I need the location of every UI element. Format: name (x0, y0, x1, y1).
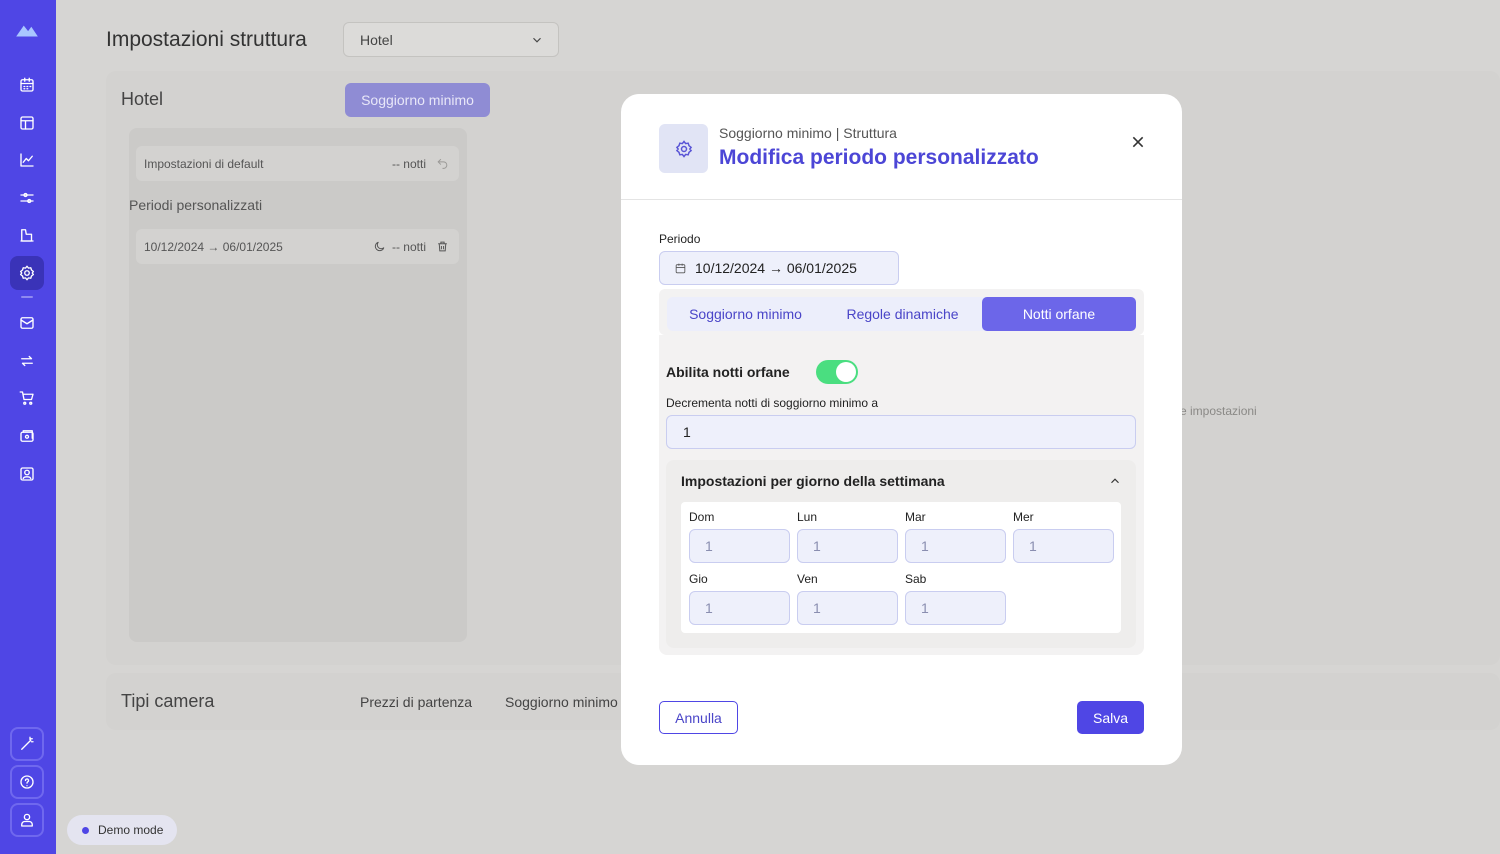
day-input-gio[interactable]: 1 (689, 591, 790, 625)
close-button[interactable] (1127, 131, 1149, 153)
logo-icon[interactable] (10, 13, 44, 47)
day-input-sab[interactable]: 1 (905, 591, 1006, 625)
day-label-lun: Lun (797, 510, 818, 524)
day-input-lun[interactable]: 1 (797, 529, 898, 563)
layout-icon[interactable] (10, 106, 44, 140)
default-settings-label: Impostazioni di default (144, 156, 264, 171)
chevron-down-icon (533, 37, 541, 43)
structure-select[interactable]: Hotel (343, 22, 559, 57)
building-icon[interactable] (10, 218, 44, 252)
modal-title: Modifica periodo personalizzato (719, 146, 1039, 169)
decrement-input[interactable]: 1 (666, 415, 1136, 449)
structure-select-value: Hotel (360, 31, 393, 48)
period-range: 10/12/2024 → 06/01/2025 (144, 239, 283, 254)
period-date-field[interactable]: 10/12/2024 → 06/01/2025 (659, 251, 899, 285)
calendar-icon (675, 263, 686, 273)
sliders-icon[interactable] (10, 181, 44, 215)
page-title: Impostazioni struttura (106, 28, 307, 51)
default-settings-value: -- notti (391, 156, 426, 171)
cancel-button[interactable]: Annulla (659, 701, 738, 734)
chart-icon[interactable] (10, 143, 44, 177)
demo-mode-badge[interactable]: Demo mode (67, 815, 177, 845)
day-label-mar: Mar (905, 510, 926, 524)
modal-icon-box (659, 124, 708, 173)
day-label-mer: Mer (1013, 510, 1034, 524)
cart-icon[interactable] (10, 381, 44, 415)
tabs-bar: Soggiorno minimo Regole dinamiche Notti … (667, 297, 1136, 331)
period-row[interactable]: 10/12/2024 → 06/01/2025 -- notti (136, 229, 459, 264)
help-icon[interactable] (10, 765, 44, 799)
chevron-up-icon[interactable] (1108, 474, 1122, 488)
modal-divider (621, 199, 1182, 200)
day-label-gio: Gio (689, 572, 708, 586)
min-stay-button[interactable]: Soggiorno minimo (345, 83, 490, 117)
hotel-panel-title: Hotel (121, 89, 164, 109)
close-icon (1132, 136, 1144, 148)
tab-dynamic-rules[interactable]: Regole dinamiche (824, 297, 981, 331)
tabs-container: Soggiorno minimo Regole dinamiche Notti … (659, 289, 1144, 335)
sidebar-bottom-group (6, 723, 48, 839)
day-input-dom[interactable]: 1 (689, 529, 790, 563)
enable-orphan-label: Abilita notti orfane (666, 364, 790, 380)
day-input-ven[interactable]: 1 (797, 591, 898, 625)
custom-periods-label: Periodi personalizzati (129, 197, 263, 213)
calendar-icon[interactable] (10, 68, 44, 102)
day-label-dom: Dom (689, 510, 715, 524)
user-icon[interactable] (10, 803, 44, 837)
day-label-sab: Sab (905, 572, 927, 586)
period-value: -- notti (391, 239, 426, 254)
save-button[interactable]: Salva (1077, 701, 1144, 734)
moon-icon (374, 241, 385, 252)
weekday-grid: Dom 1 Lun 1 Mar 1 Mer 1 Gio 1 Ven 1 Sab … (681, 502, 1121, 633)
period-date-value: 10/12/2024 → 06/01/2025 (695, 260, 857, 276)
decrement-label: Decrementa notti di soggiorno minimo a (666, 396, 879, 410)
default-settings-row[interactable]: Impostazioni di default -- notti (136, 146, 459, 181)
rooms-panel-title: Tipi camera (121, 691, 215, 711)
undo-icon[interactable] (436, 157, 449, 170)
day-input-mer[interactable]: 1 (1013, 529, 1114, 563)
modal-subtitle: Soggiorno minimo | Struttura (719, 125, 897, 141)
day-label-ven: Ven (797, 572, 818, 586)
toggle-knob (836, 362, 856, 382)
wallet-icon[interactable] (10, 419, 44, 453)
settings-icon[interactable] (10, 256, 44, 290)
settings-icon (675, 139, 692, 158)
enable-orphan-toggle[interactable] (816, 360, 858, 384)
hint-text: e impostazioni (1180, 404, 1257, 418)
trash-icon[interactable] (436, 240, 449, 253)
weekday-section-title[interactable]: Impostazioni per giorno della settimana (681, 473, 945, 489)
tab-min-stay[interactable]: Soggiorno minimo (667, 297, 824, 331)
mail-icon[interactable] (10, 306, 44, 340)
sidebar (0, 0, 56, 854)
tab-starting-prices[interactable]: Prezzi di partenza (360, 694, 472, 710)
tab-orphan-nights[interactable]: Notti orfane (982, 297, 1136, 331)
sync-icon[interactable] (10, 344, 44, 378)
edit-period-modal: Soggiorno minimo | Struttura Modifica pe… (621, 94, 1182, 765)
day-input-mar[interactable]: 1 (905, 529, 1006, 563)
user-card-icon[interactable] (10, 457, 44, 491)
demo-mode-label: Demo mode (98, 823, 164, 837)
demo-dot (82, 826, 89, 834)
magic-wand-icon[interactable] (10, 727, 44, 761)
tab-rooms-min-stay[interactable]: Soggiorno minimo (505, 694, 618, 710)
sidebar-separator (21, 296, 33, 298)
period-label: Periodo (659, 232, 701, 246)
